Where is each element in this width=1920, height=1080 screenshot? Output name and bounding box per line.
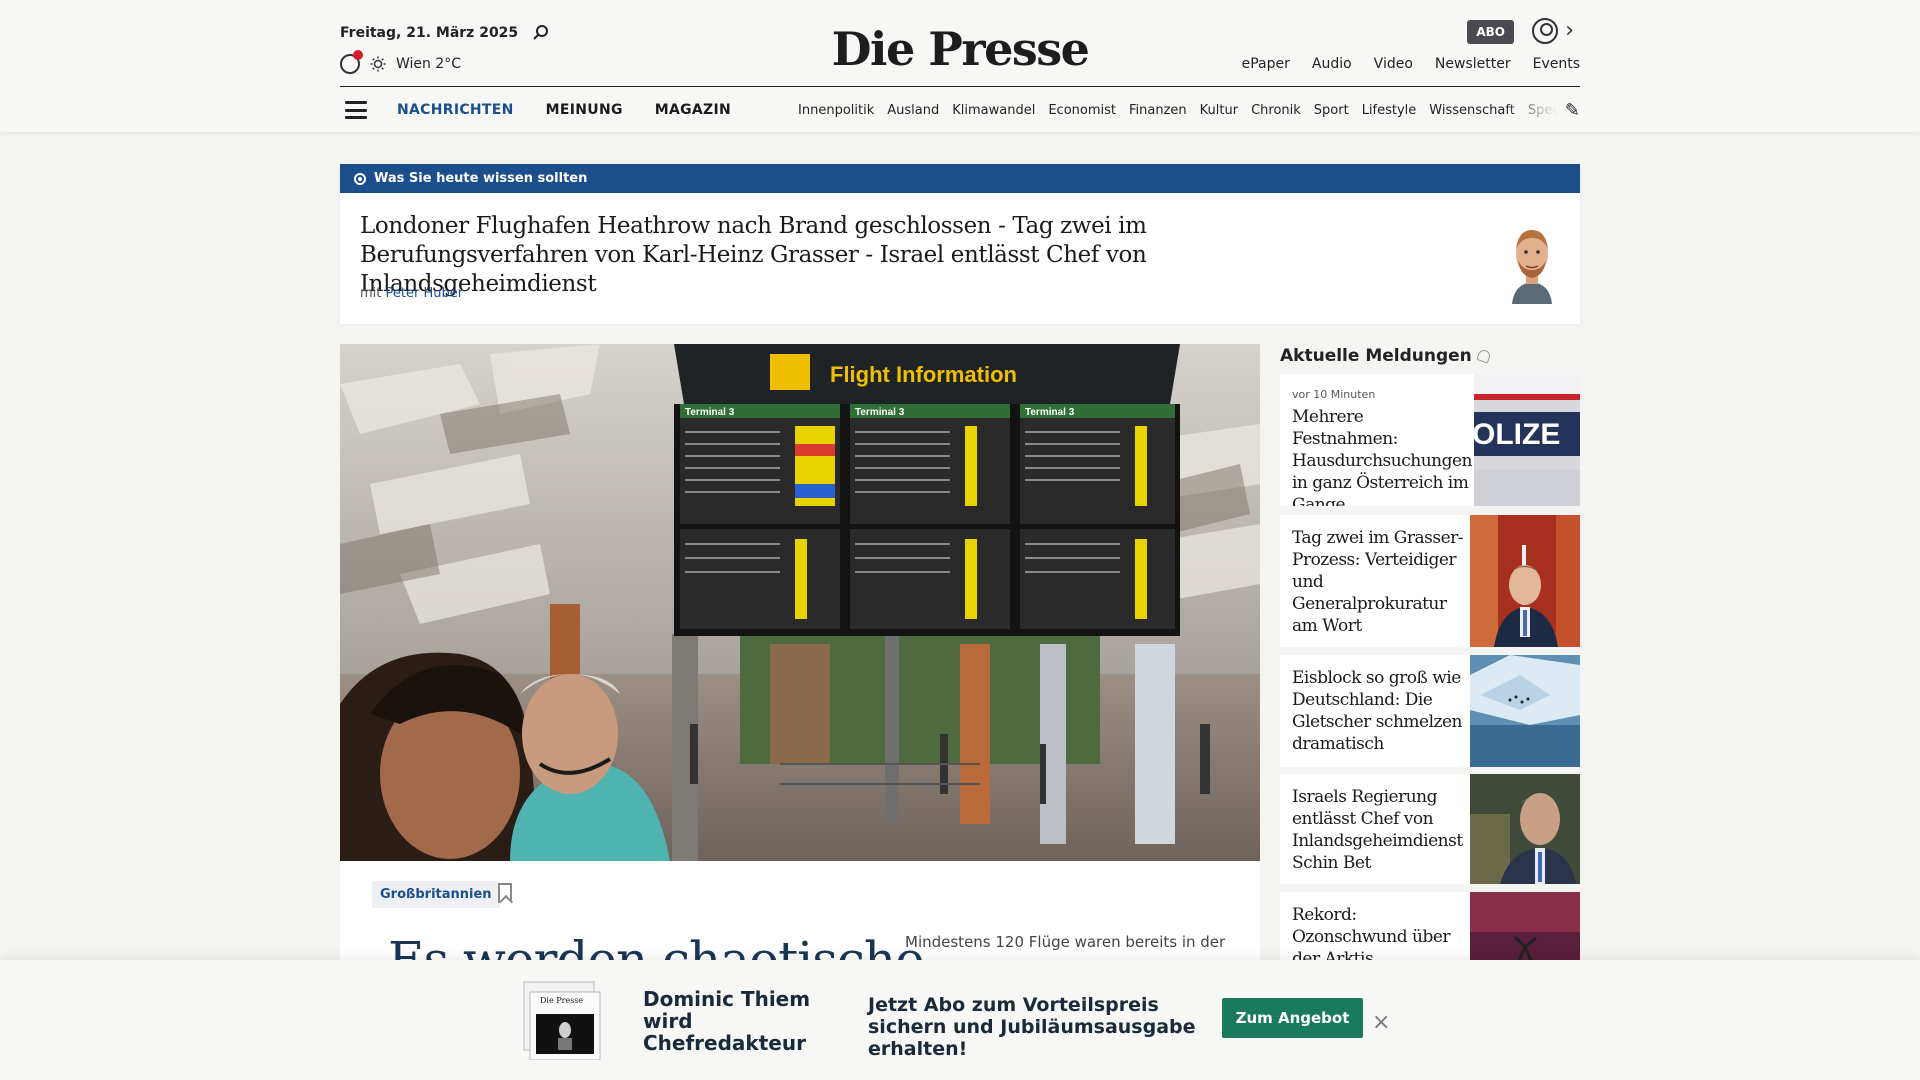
news-image-israel: [1470, 774, 1580, 884]
news-title[interactable]: Mehrere Festnahmen: Hausdurchsuchungen i…: [1292, 406, 1474, 506]
sidebar-title-text: Aktuelle Meldungen: [1280, 346, 1472, 366]
sub-nav: Innenpolitik Ausland Klimawandel Economi…: [798, 103, 1558, 118]
sign-text: Flight Information: [830, 362, 1017, 387]
link-newsletter[interactable]: Newsletter: [1435, 56, 1511, 72]
subnav-sport[interactable]: Sport: [1314, 103, 1349, 118]
subnav-innenpolitik[interactable]: Innenpolitik: [798, 103, 874, 118]
link-events[interactable]: Events: [1533, 56, 1580, 72]
subnav-klimawandel[interactable]: Klimawandel: [952, 103, 1035, 118]
briefing-author: mit Peter Huber: [360, 286, 463, 301]
abo-button[interactable]: ABO: [1467, 20, 1514, 44]
subnav-finanzen[interactable]: Finanzen: [1129, 103, 1187, 118]
ad-offer: Jetzt Abo zum Vorteilspreis sichern und …: [868, 994, 1208, 1060]
main-nav: NACHRICHTEN MEINUNG MAGAZIN: [397, 102, 731, 118]
ad-headline: Dominic Thiem wird Chefredakteur: [643, 988, 858, 1054]
top-links: ePaper Audio Video Newsletter Events: [1242, 56, 1580, 72]
subnav-lifestyle[interactable]: Lifestyle: [1362, 103, 1417, 118]
radio-dot-icon: [354, 172, 366, 185]
news-time: vor 10 Minuten: [1292, 388, 1376, 401]
hero-image[interactable]: Flight Information Terminal 3 Terminal 3…: [340, 344, 1260, 861]
link-audio[interactable]: Audio: [1312, 56, 1352, 72]
sidebar-title: Aktuelle Meldungen: [1280, 346, 1492, 366]
subnav-kultur[interactable]: Kultur: [1200, 103, 1238, 118]
subscription-banner: Die Presse Dominic Thiem wird Chefredakt…: [0, 960, 1920, 1080]
subnav-ausland[interactable]: Ausland: [887, 103, 939, 118]
terminal-label-3: Terminal 3: [1025, 407, 1075, 418]
news-item-1[interactable]: vor 10 Minuten Mehrere Festnahmen: Hausd…: [1280, 374, 1580, 506]
terminal-label-2: Terminal 3: [855, 407, 905, 418]
link-epaper[interactable]: ePaper: [1242, 56, 1290, 72]
author-avatar: [1512, 230, 1552, 304]
news-image-glacier: [1470, 655, 1580, 767]
news-title[interactable]: Israels Regierung entlässt Chef von Inla…: [1292, 786, 1474, 874]
chevron-right-icon[interactable]: ›: [1565, 18, 1574, 43]
daily-briefing[interactable]: Was Sie heute wissen sollten Londoner Fl…: [340, 164, 1580, 324]
subnav-economist[interactable]: Economist: [1048, 103, 1116, 118]
ad-headline-text: Dominic Thiem wird Chefredakteur: [643, 987, 811, 1055]
news-item-4[interactable]: Israels Regierung entlässt Chef von Inla…: [1280, 774, 1580, 884]
news-title[interactable]: Eisblock so groß wie Deutschland: Die Gl…: [1292, 667, 1474, 755]
author-prefix: mit: [360, 286, 382, 301]
news-title[interactable]: Tag zwei im Grasser-Prozess: Verteidiger…: [1292, 527, 1474, 637]
briefing-headline[interactable]: Londoner Flughafen Heathrow nach Brand g…: [360, 212, 1320, 299]
nav-meinung[interactable]: MEINUNG: [546, 102, 623, 118]
subnav-spectrum[interactable]: Spectrum: [1528, 103, 1558, 118]
pencil-icon[interactable]: ✎: [1565, 100, 1580, 121]
nav-row: NACHRICHTEN MEINUNG MAGAZIN Innenpolitik…: [340, 94, 1580, 126]
lead-teaser: Mindestens 120 Flüge waren bereits in de…: [905, 933, 1226, 951]
airport-photo: Flight Information Terminal 3 Terminal 3…: [340, 344, 1260, 861]
category-tag[interactable]: Großbritannien: [372, 881, 500, 908]
news-item-2[interactable]: Tag zwei im Grasser-Prozess: Verteidiger…: [1280, 515, 1580, 647]
news-image-grasser: [1470, 515, 1580, 647]
paper-logo: Die Presse: [540, 996, 583, 1005]
user-icon[interactable]: [1532, 18, 1558, 44]
ad-offer-text: Jetzt Abo zum Vorteilspreis sichern und …: [868, 994, 1196, 1060]
terminal-label-1: Terminal 3: [685, 407, 735, 418]
site-header: Freitag, 21. März 2025 Wien 2°C Die Pres…: [0, 0, 1920, 132]
briefing-bar: Was Sie heute wissen sollten: [340, 164, 1580, 193]
nav-nachrichten[interactable]: NACHRICHTEN: [397, 102, 514, 118]
police-text: OLIZE: [1474, 418, 1560, 451]
subnav-wissenschaft[interactable]: Wissenschaft: [1429, 103, 1515, 118]
header-divider: [340, 86, 1580, 87]
close-icon[interactable]: ×: [1372, 1010, 1390, 1035]
link-video[interactable]: Video: [1374, 56, 1413, 72]
subnav-chronik[interactable]: Chronik: [1251, 103, 1301, 118]
header-inner: Freitag, 21. März 2025 Wien 2°C Die Pres…: [340, 0, 1580, 132]
offer-button[interactable]: Zum Angebot: [1222, 998, 1363, 1038]
author-name[interactable]: Peter Huber: [386, 286, 464, 301]
bookmark-icon[interactable]: [498, 883, 512, 903]
nav-magazin[interactable]: MAGAZIN: [655, 102, 731, 118]
news-item-3[interactable]: Eisblock so groß wie Deutschland: Die Gl…: [1280, 655, 1580, 767]
news-image-police: OLIZE: [1474, 374, 1580, 506]
bell-icon[interactable]: [1476, 348, 1492, 364]
briefing-label: Was Sie heute wissen sollten: [374, 171, 588, 186]
newspaper-image: Die Presse: [523, 981, 601, 1060]
menu-icon[interactable]: [345, 101, 367, 119]
